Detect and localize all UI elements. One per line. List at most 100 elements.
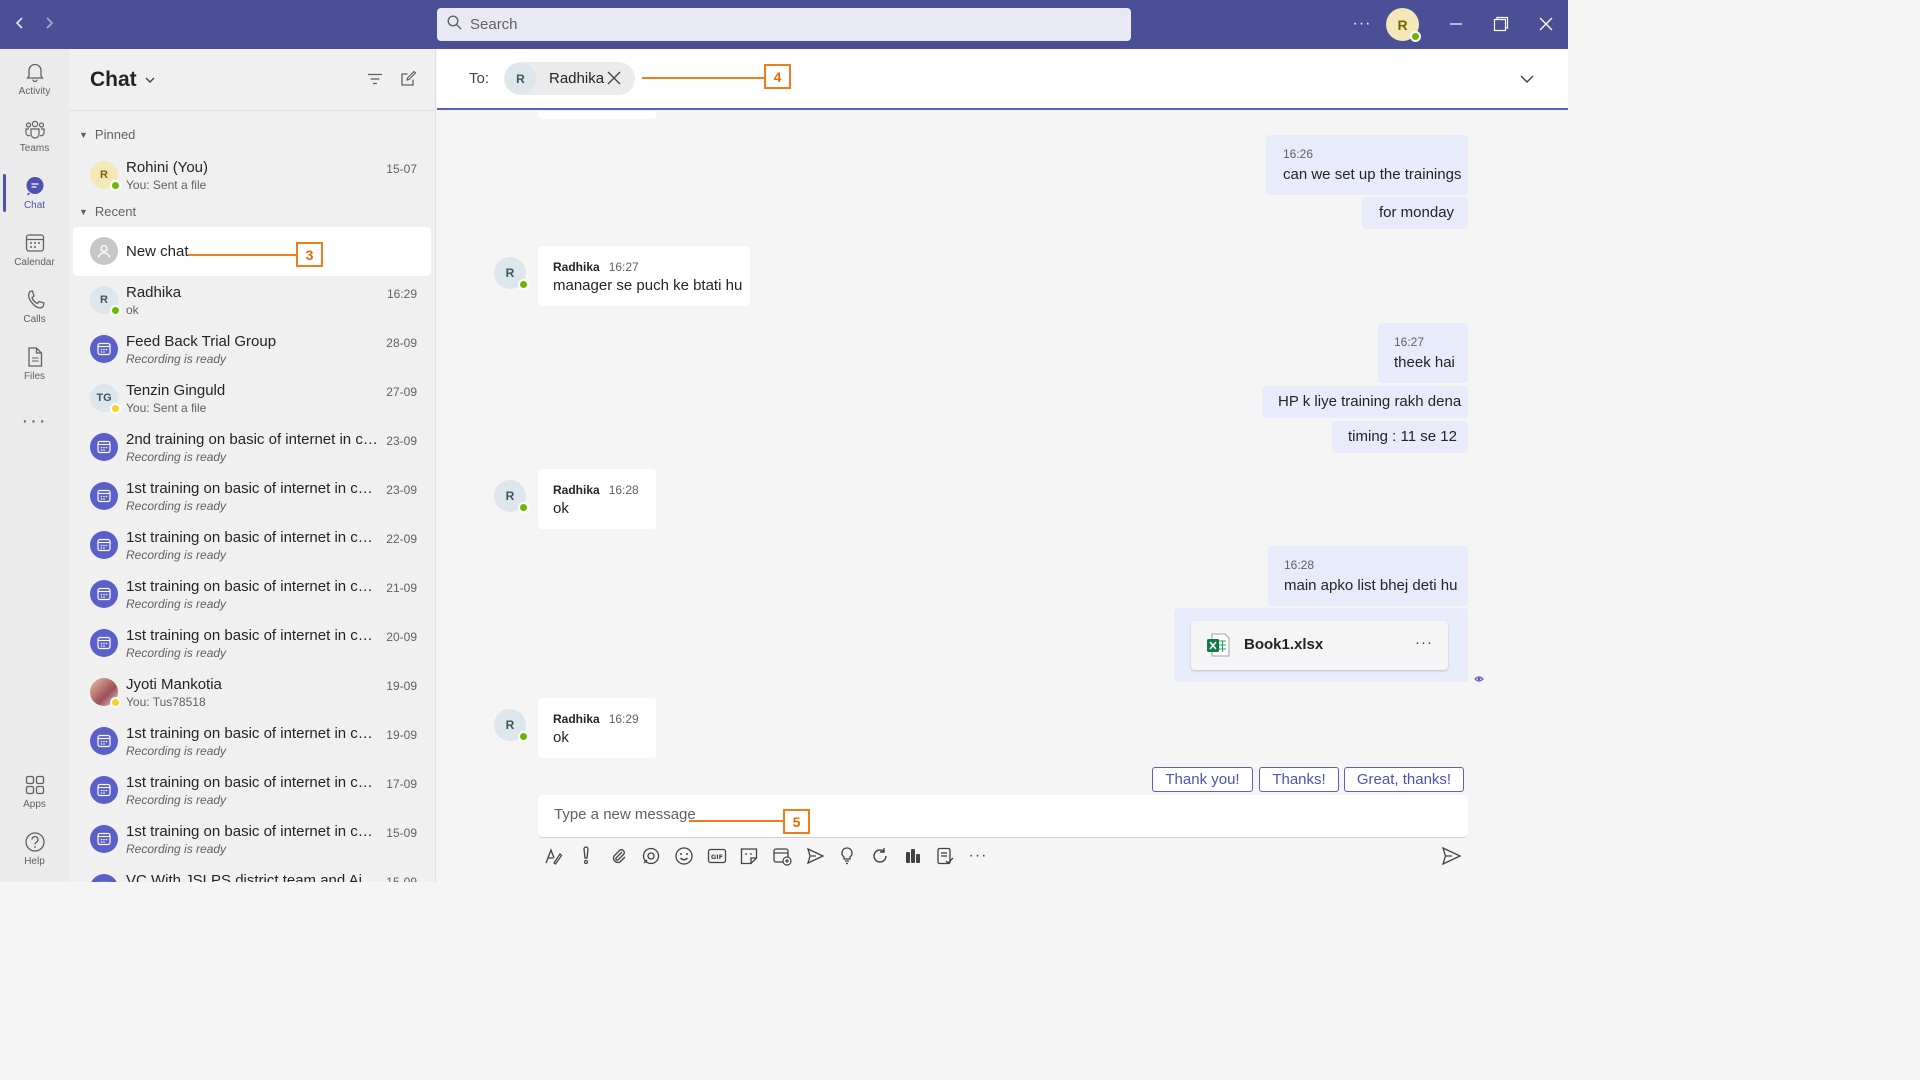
message-input[interactable] bbox=[554, 806, 1434, 823]
send-later-icon[interactable] bbox=[804, 845, 826, 867]
message-bubble-incoming[interactable]: Radhika 16:27 manager se puch ke btati hu bbox=[538, 246, 750, 306]
rail-item-apps[interactable]: Apps bbox=[0, 765, 69, 819]
chat-item-pinned[interactable]: R Rohini (You) You: Sent a file 15-07 bbox=[73, 151, 431, 200]
format-icon[interactable] bbox=[542, 845, 564, 867]
profile-avatar[interactable]: R bbox=[1386, 8, 1421, 42]
suggested-reply-button[interactable]: Great, thanks! bbox=[1344, 767, 1464, 792]
message-bubble-outgoing[interactable]: 16:27 theek hai bbox=[1378, 323, 1468, 383]
meeting-calendar-icon bbox=[90, 580, 118, 608]
message-composer[interactable] bbox=[538, 795, 1468, 838]
message-bubble-outgoing[interactable]: 16:26 can we set up the trainings bbox=[1266, 135, 1468, 195]
rail-item-chat[interactable]: Chat bbox=[0, 166, 69, 220]
chat-list-item[interactable]: 1st training on basic of internet in con… bbox=[73, 472, 431, 521]
message-bubble-outgoing[interactable]: HP k liye training rakh dena bbox=[1262, 386, 1468, 418]
rail-label-activity: Activity bbox=[18, 86, 51, 97]
back-arrow-icon[interactable] bbox=[9, 13, 31, 35]
search-input[interactable] bbox=[470, 16, 1070, 33]
chevron-down-icon[interactable] bbox=[144, 73, 156, 91]
read-receipt-icon bbox=[1474, 671, 1484, 689]
chat-item-preview: Recording is ready bbox=[126, 352, 227, 366]
file-more-options-button[interactable]: ··· bbox=[1415, 634, 1433, 651]
chat-list-item[interactable]: Feed Back Trial Group Recording is ready 2… bbox=[73, 325, 431, 374]
chat-item-time: 15-09 bbox=[386, 826, 417, 840]
suggested-reply-button[interactable]: Thank you! bbox=[1152, 767, 1253, 792]
schedule-meeting-icon[interactable] bbox=[771, 845, 793, 867]
chat-list-item[interactable]: 1st training on basic of internet in con… bbox=[73, 815, 431, 864]
presence-available-icon bbox=[518, 502, 529, 513]
recipient-chip[interactable]: R Radhika bbox=[504, 62, 635, 95]
message-bubble-outgoing[interactable]: 16:28 main apko list bhej deti hu bbox=[1268, 546, 1468, 606]
chat-list-title[interactable]: Chat bbox=[90, 68, 137, 92]
message-text: main apko list bhej deti hu bbox=[1284, 577, 1458, 594]
compose-chat-icon[interactable] bbox=[400, 70, 417, 92]
approvals-icon[interactable] bbox=[934, 845, 956, 867]
praise-icon[interactable] bbox=[836, 845, 858, 867]
restore-button[interactable] bbox=[1489, 10, 1513, 38]
chat-list-item[interactable]: 1st training on basic of internet in con… bbox=[73, 521, 431, 570]
title-bar: ··· R bbox=[0, 0, 1568, 49]
meeting-calendar-icon bbox=[90, 874, 118, 882]
chat-item-new-chat[interactable]: New chat bbox=[73, 227, 431, 276]
chat-list-item[interactable]: Jyoti Mankotia You: Tus78518 19-09 bbox=[73, 668, 431, 717]
annotation-marker-5: 5 bbox=[783, 809, 810, 834]
viva-icon[interactable] bbox=[902, 845, 924, 867]
expand-chevron-icon[interactable] bbox=[1519, 71, 1535, 92]
chat-list-item[interactable]: 1st training on basic of internet in con… bbox=[73, 766, 431, 815]
forward-arrow-icon[interactable] bbox=[38, 13, 60, 35]
chat-list-item[interactable]: TG Tenzin Ginguld You: Sent a file 27-09 bbox=[73, 374, 431, 423]
message-bubble-outgoing[interactable]: for monday bbox=[1362, 197, 1468, 229]
emoji-icon[interactable] bbox=[673, 845, 695, 867]
avatar bbox=[90, 678, 121, 708]
gif-icon[interactable]: GIF bbox=[706, 845, 728, 867]
chat-list-item[interactable]: VC With JSLPS district team and Aiplal..… bbox=[73, 864, 431, 882]
minimize-button[interactable] bbox=[1444, 10, 1468, 38]
rail-label-calls: Calls bbox=[23, 314, 46, 325]
chat-list-item[interactable]: 2nd training on basic of internet in co.… bbox=[73, 423, 431, 472]
file-attachment-card[interactable]: Book1.xlsx ··· bbox=[1191, 621, 1448, 670]
chat-list-item[interactable]: 1st training on basic of internet in con… bbox=[73, 619, 431, 668]
rail-item-calls[interactable]: Calls bbox=[0, 280, 69, 334]
message-time: 16:28 bbox=[1284, 558, 1315, 572]
recent-section-label[interactable]: ▼ Recent bbox=[79, 204, 136, 219]
loop-refresh-icon[interactable] bbox=[869, 845, 891, 867]
message-text: HP k liye training rakh dena bbox=[1278, 393, 1462, 410]
close-window-button[interactable] bbox=[1534, 10, 1558, 38]
rail-item-help[interactable]: Help bbox=[0, 822, 69, 876]
presence-available-icon bbox=[1410, 31, 1421, 42]
chat-item-name: Radhika bbox=[126, 284, 182, 301]
chat-item-time: 15-09 bbox=[386, 875, 417, 882]
more-options-button[interactable]: ··· bbox=[1350, 10, 1374, 38]
chat-item-time: 27-09 bbox=[386, 385, 417, 399]
rail-item-calendar[interactable]: Calendar bbox=[0, 223, 69, 277]
chat-item-name: 1st training on basic of internet in con… bbox=[126, 823, 378, 840]
more-actions-icon[interactable]: ··· bbox=[967, 845, 989, 867]
recipient-avatar: R bbox=[505, 63, 536, 94]
chat-list-item[interactable]: R Radhika ok 16:29 bbox=[73, 276, 431, 325]
rail-item-activity[interactable]: Activity bbox=[0, 52, 69, 106]
send-icon[interactable] bbox=[1440, 845, 1462, 867]
search-bar[interactable] bbox=[437, 8, 1131, 41]
suggested-reply-button[interactable]: Thanks! bbox=[1259, 767, 1339, 792]
rail-item-teams[interactable]: Teams bbox=[0, 109, 69, 163]
remove-recipient-icon[interactable] bbox=[604, 68, 624, 88]
sender-avatar: R bbox=[494, 257, 529, 290]
loop-icon[interactable] bbox=[640, 845, 662, 867]
message-bubble-incoming[interactable]: Radhika 16:29 ok bbox=[538, 698, 656, 758]
attach-icon[interactable] bbox=[608, 845, 630, 867]
message-bubble-incoming[interactable]: Radhika 16:28 ok bbox=[538, 469, 656, 529]
chat-list-item[interactable]: 1st training on basic of internet in con… bbox=[73, 570, 431, 619]
pinned-section-label[interactable]: ▼ Pinned bbox=[79, 127, 135, 142]
message-bubble-outgoing[interactable]: timing : 11 se 12 bbox=[1332, 421, 1468, 453]
chat-item-preview: ok bbox=[126, 303, 139, 317]
chat-list-item[interactable]: 1st training on basic of internet in con… bbox=[73, 717, 431, 766]
rail-item-files[interactable]: Files bbox=[0, 337, 69, 391]
important-icon[interactable] bbox=[575, 845, 597, 867]
close-icon bbox=[1539, 17, 1553, 31]
excel-icon bbox=[1205, 632, 1231, 663]
sticker-icon[interactable] bbox=[738, 845, 760, 867]
chat-item-preview: Recording is ready bbox=[126, 499, 227, 513]
message-time: 16:28 bbox=[608, 483, 639, 497]
filter-icon[interactable] bbox=[367, 71, 383, 92]
rail-more-apps-button[interactable]: ··· bbox=[0, 394, 69, 448]
meeting-calendar-icon bbox=[90, 335, 118, 363]
